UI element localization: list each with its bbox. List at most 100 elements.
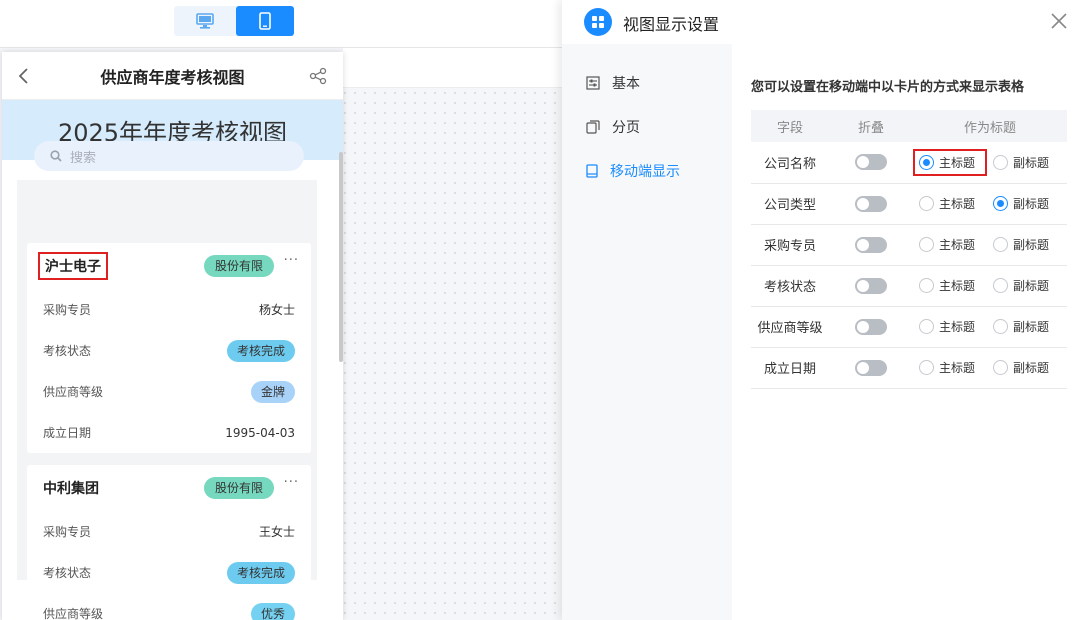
panel-header: 视图显示设置 xyxy=(562,0,1084,44)
radio-label: 副标题 xyxy=(1013,320,1050,334)
fold-toggle[interactable] xyxy=(855,318,887,335)
nav-item-basic[interactable]: 基本 xyxy=(562,61,732,105)
fold-cell xyxy=(829,183,913,225)
sub-title-radio[interactable]: 副标题 xyxy=(993,277,1049,294)
field-label: 采购专员 xyxy=(43,525,92,539)
desktop-view-button[interactable] xyxy=(174,6,236,36)
title-cell: 主标题 副标题 xyxy=(913,142,1067,184)
card-title: 沪士电子 xyxy=(38,252,108,280)
sliders-icon xyxy=(586,76,600,90)
field-label: 成立日期 xyxy=(43,426,92,440)
record-card[interactable]: 中利集团 股份有限 ··· 采购专员 王女士 考核状态 考核完成 供应商等级 优… xyxy=(27,465,311,620)
mobile-view-button[interactable] xyxy=(236,6,294,36)
share-icon[interactable] xyxy=(309,67,327,85)
more-icon[interactable]: ··· xyxy=(284,475,299,490)
mobile-icon xyxy=(259,12,271,30)
table-row: 公司名称 主标题 副标题 xyxy=(751,142,1067,184)
main-title-radio[interactable]: 主标题 xyxy=(913,315,987,338)
fold-toggle[interactable] xyxy=(855,359,887,376)
nav-item-label: 分页 xyxy=(612,120,640,136)
table-header-row: 字段 折叠 作为标题 xyxy=(751,110,1067,142)
status-badge: 考核完成 xyxy=(226,561,295,584)
table-row: 供应商等级 主标题 副标题 xyxy=(751,306,1067,348)
radio-label: 主标题 xyxy=(939,197,976,211)
desktop-icon xyxy=(196,13,214,29)
field-label: 供应商等级 xyxy=(43,607,104,620)
radio-dot xyxy=(993,237,1008,252)
nav-item-mobile-display[interactable]: 移动端显示 xyxy=(562,149,732,193)
main-title-radio[interactable]: 主标题 xyxy=(913,274,987,297)
company-type-tag: 股份有限 xyxy=(204,255,275,277)
card-title: 中利集团 xyxy=(43,481,99,497)
card-field-row: 采购专员 王女士 xyxy=(27,511,311,552)
title-cell: 主标题 副标题 xyxy=(913,265,1067,307)
fold-toggle[interactable] xyxy=(855,277,887,294)
grid-app-icon xyxy=(584,8,612,36)
main-title-radio[interactable]: 主标题 xyxy=(913,356,987,379)
sub-title-radio[interactable]: 副标题 xyxy=(993,195,1049,212)
radio-label: 主标题 xyxy=(939,361,976,375)
card-field-row: 成立日期 1995-04-03 xyxy=(27,412,311,453)
device-toggle xyxy=(174,6,294,36)
preview-header: 供应商年度考核视图 xyxy=(2,52,343,100)
radio-label: 主标题 xyxy=(939,279,976,293)
field-label: 考核状态 xyxy=(43,344,92,358)
card-field-row: 供应商等级 优秀 xyxy=(27,593,311,620)
radio-dot xyxy=(993,360,1008,375)
main-title-radio[interactable]: 主标题 xyxy=(913,192,987,215)
sub-title-radio[interactable]: 副标题 xyxy=(993,236,1049,253)
radio-dot xyxy=(919,196,934,211)
card-header: 沪士电子 股份有限 ··· xyxy=(27,243,311,289)
sub-title-radio[interactable]: 副标题 xyxy=(993,154,1049,171)
field-name: 采购专员 xyxy=(751,224,829,266)
fold-cell xyxy=(829,224,913,266)
radio-dot xyxy=(993,278,1008,293)
main-title-radio[interactable]: 主标题 xyxy=(913,233,987,256)
title-cell: 主标题 副标题 xyxy=(913,224,1067,266)
sub-title-radio[interactable]: 副标题 xyxy=(993,359,1049,376)
field-label: 采购专员 xyxy=(43,303,92,317)
back-icon[interactable] xyxy=(16,66,32,86)
card-field-row: 考核状态 考核完成 xyxy=(27,552,311,593)
card-field-row: 考核状态 考核完成 xyxy=(27,330,311,371)
panel-title: 视图显示设置 xyxy=(623,15,720,34)
nav-item-label: 移动端显示 xyxy=(610,164,680,180)
status-badge: 考核完成 xyxy=(226,339,295,362)
radio-dot xyxy=(919,360,934,375)
header-fold: 折叠 xyxy=(829,110,913,142)
preview-scrollbar[interactable] xyxy=(339,152,343,362)
search-icon xyxy=(50,150,62,162)
fold-toggle[interactable] xyxy=(855,195,887,212)
fold-cell xyxy=(829,306,913,348)
preview-title: 供应商年度考核视图 xyxy=(100,67,245,87)
top-toolbar xyxy=(0,0,562,48)
title-cell: 主标题 副标题 xyxy=(913,306,1067,348)
field-value: 王女士 xyxy=(258,525,295,539)
more-icon[interactable]: ··· xyxy=(284,253,299,268)
radio-dot xyxy=(919,154,934,170)
radio-dot xyxy=(919,319,934,334)
nav-item-pagination[interactable]: 分页 xyxy=(562,105,732,149)
search-input[interactable]: 搜索 xyxy=(34,141,304,171)
close-icon[interactable] xyxy=(1050,12,1068,30)
record-card[interactable]: 沪士电子 股份有限 ··· 采购专员 杨女士 考核状态 考核完成 供应商等级 金… xyxy=(27,243,311,453)
mobile-fields-table: 字段 折叠 作为标题 公司名称 主标题 副标题 公司类型 主标题 副标题 采购专… xyxy=(751,110,1067,389)
main-title-radio[interactable]: 主标题 xyxy=(913,148,987,176)
level-badge: 金牌 xyxy=(250,380,295,403)
radio-label: 主标题 xyxy=(939,238,976,252)
settings-nav: 基本 分页 移动端显示 xyxy=(562,44,732,620)
field-value: 杨女士 xyxy=(258,303,295,317)
table-row: 公司类型 主标题 副标题 xyxy=(751,183,1067,225)
fold-toggle[interactable] xyxy=(855,236,887,253)
view-settings-panel: 视图显示设置 基本 分页 移动端显示 您可以设置在移动端中以卡片的方式来显示表格… xyxy=(562,0,1084,620)
field-name: 公司类型 xyxy=(751,183,829,225)
header-field: 字段 xyxy=(751,110,829,142)
field-label: 供应商等级 xyxy=(43,385,104,399)
canvas-header-strip xyxy=(343,48,562,88)
nav-item-label: 基本 xyxy=(612,76,640,92)
field-value: 1995-04-03 xyxy=(225,425,295,440)
mobile-icon xyxy=(586,164,598,178)
table-row: 成立日期 主标题 副标题 xyxy=(751,347,1067,389)
sub-title-radio[interactable]: 副标题 xyxy=(993,318,1049,335)
fold-toggle[interactable] xyxy=(855,154,887,171)
